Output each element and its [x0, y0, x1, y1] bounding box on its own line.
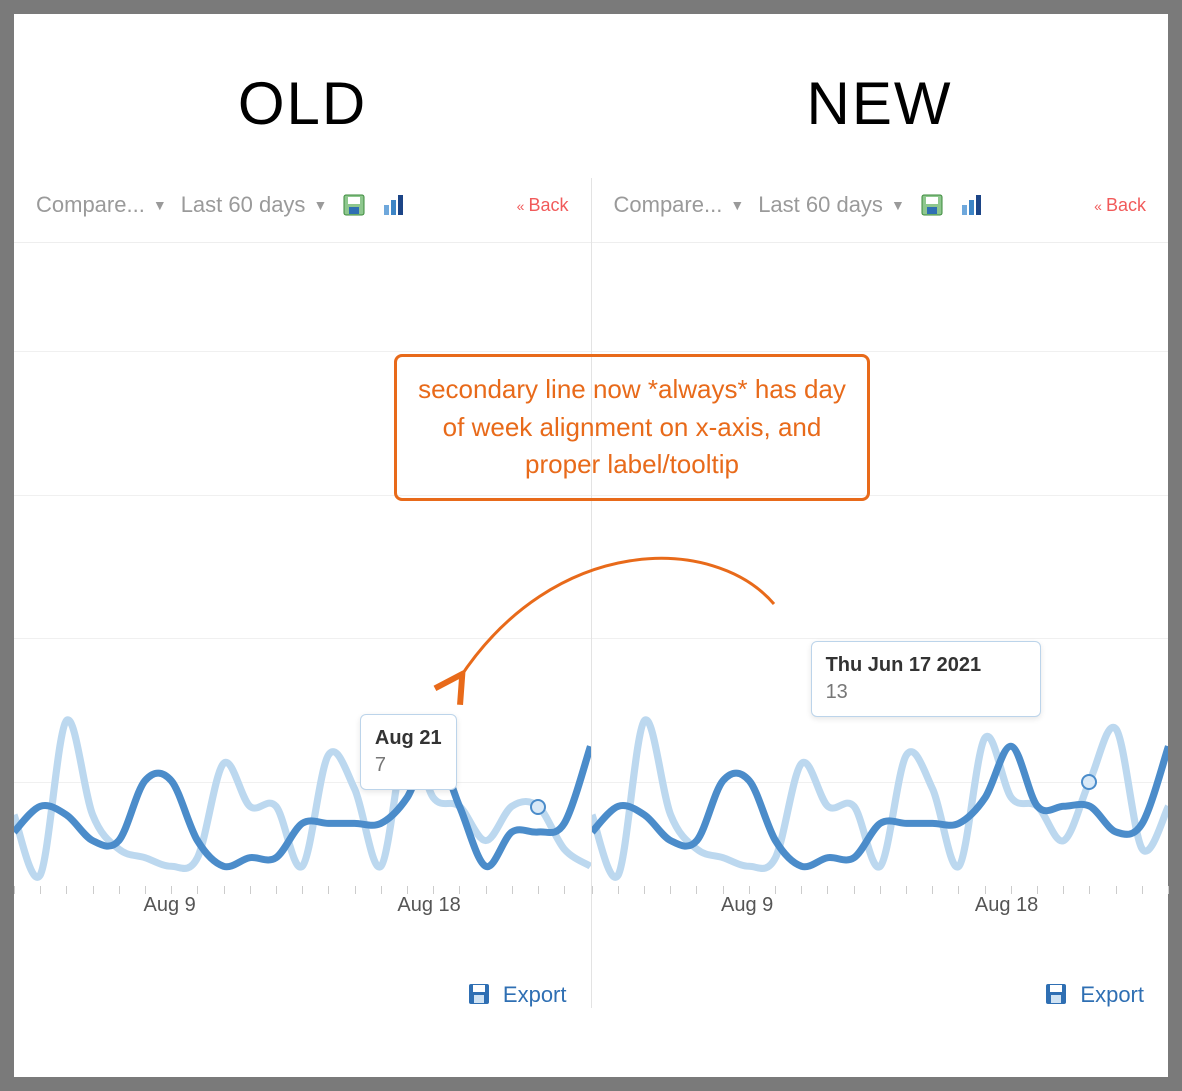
tooltip-title: Thu Jun 17 2021	[826, 652, 1026, 679]
toolbar-old: Compare... ▼ Last 60 days ▼ «Back	[14, 178, 591, 234]
back-link[interactable]: «Back	[1094, 195, 1146, 216]
x-tick: Aug 18	[975, 894, 1038, 917]
compare-dropdown-label: Compare...	[36, 192, 145, 218]
toolbar-new: Compare... ▼ Last 60 days ▼ «Back	[592, 178, 1169, 234]
chevron-left-icon: «	[1094, 198, 1102, 214]
back-label: Back	[1106, 195, 1146, 215]
chevron-down-icon: ▼	[891, 197, 905, 213]
bar-chart-icon[interactable]	[959, 192, 985, 218]
x-axis-new: Aug 9 Aug 18	[592, 894, 1169, 924]
header-row: OLD NEW	[14, 14, 1168, 178]
export-row-new: Export	[592, 962, 1169, 1008]
back-link[interactable]: «Back	[517, 195, 569, 216]
compare-dropdown[interactable]: Compare... ▼	[614, 192, 745, 218]
tooltip-value: 13	[826, 679, 1026, 706]
export-button[interactable]: Export	[1080, 982, 1144, 1008]
hover-point-new	[1081, 774, 1097, 790]
range-dropdown[interactable]: Last 60 days ▼	[181, 192, 328, 218]
chevron-down-icon: ▼	[730, 197, 744, 213]
header-old: OLD	[14, 14, 591, 178]
annotation-callout: secondary line now *always* has day of w…	[394, 354, 870, 501]
bar-chart-icon[interactable]	[381, 192, 407, 218]
export-button[interactable]: Export	[503, 982, 567, 1008]
chevron-left-icon: «	[517, 198, 525, 214]
floppy-disk-icon[interactable]	[1044, 982, 1070, 1008]
comparison-sheet: OLD NEW Compare... ▼ Last 60 days ▼	[14, 14, 1168, 1077]
x-tick: Aug 9	[721, 894, 773, 917]
range-dropdown-label: Last 60 days	[181, 192, 306, 218]
tooltip-title: Aug 21	[375, 725, 442, 752]
back-label: Back	[528, 195, 568, 215]
chevron-down-icon: ▼	[313, 197, 327, 213]
range-dropdown-label: Last 60 days	[758, 192, 883, 218]
save-chart-icon[interactable]	[919, 192, 945, 218]
range-dropdown[interactable]: Last 60 days ▼	[758, 192, 905, 218]
compare-dropdown[interactable]: Compare... ▼	[36, 192, 167, 218]
chevron-down-icon: ▼	[153, 197, 167, 213]
header-new: NEW	[591, 14, 1168, 178]
tooltip-value: 7	[375, 752, 442, 779]
x-tick: Aug 9	[144, 894, 196, 917]
compare-dropdown-label: Compare...	[614, 192, 723, 218]
export-row-old: Export	[14, 962, 591, 1008]
hover-point-old	[530, 799, 546, 815]
floppy-disk-icon[interactable]	[467, 982, 493, 1008]
tooltip-old: Aug 21 7	[360, 714, 457, 790]
x-tick: Aug 18	[397, 894, 460, 917]
save-chart-icon[interactable]	[341, 192, 367, 218]
tooltip-new: Thu Jun 17 2021 13	[811, 641, 1041, 717]
x-axis-old: Aug 9 Aug 18	[14, 894, 591, 924]
annotation-arrow	[394, 504, 824, 704]
